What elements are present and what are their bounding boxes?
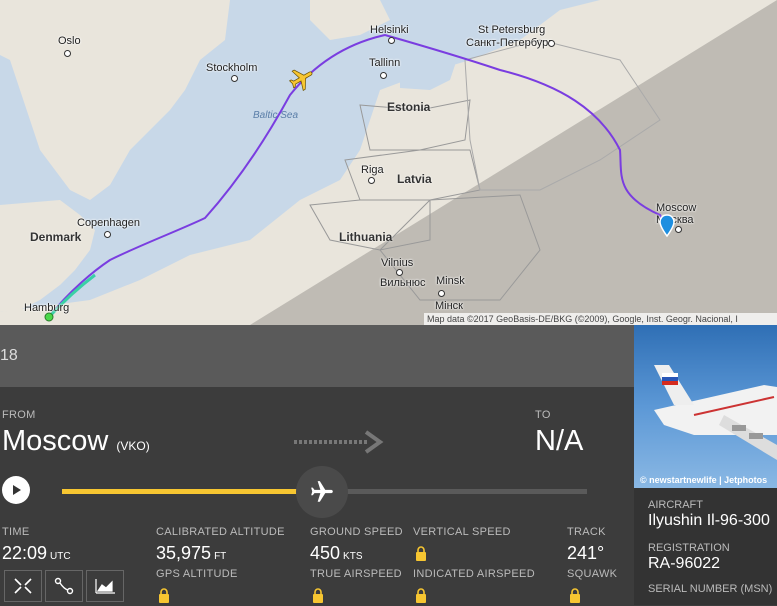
- origin-pin-icon: [659, 214, 675, 238]
- city-label-vilnius: Vilnius: [381, 257, 414, 269]
- true-airspeed-label: TRUE AIRSPEED: [310, 568, 402, 580]
- ground-speed-number: 450: [310, 543, 341, 563]
- lock-icon[interactable]: [569, 588, 581, 603]
- city-dot: [64, 50, 71, 57]
- city-label-riga: Riga: [361, 164, 384, 176]
- time-value: 22:09 UTC: [2, 543, 71, 564]
- ground-speed-unit: KTS: [343, 551, 363, 562]
- chart-icon: [95, 579, 115, 594]
- arrow-right-icon: [294, 430, 384, 454]
- registration-value: RA-96022: [648, 555, 721, 572]
- country-label-denmark: Denmark: [30, 230, 82, 244]
- airplane-icon: [311, 481, 333, 502]
- city-label-minsk: Minsk: [436, 275, 465, 287]
- flight-map[interactable]: Estonia Latvia Lithuania Denmark Baltic …: [0, 0, 777, 325]
- country-label-lithuania: Lithuania: [339, 230, 393, 244]
- time-label: TIME: [2, 526, 30, 538]
- city-label-copenhagen: Copenhagen: [77, 217, 141, 229]
- aircraft-sidebar: © newstartnewlife | Jetphotos AIRCRAFT I…: [634, 325, 777, 605]
- progress-knob[interactable]: [296, 466, 348, 518]
- city-dot: [231, 75, 238, 82]
- collapse-button[interactable]: [4, 570, 42, 602]
- city-dot: [396, 269, 403, 276]
- city-label-vilnius-ru: Вильнюс: [380, 277, 426, 289]
- vertical-speed-label: VERTICAL SPEED: [413, 526, 511, 538]
- lock-icon[interactable]: [158, 588, 170, 603]
- city-label-helsinki: Helsinki: [370, 24, 409, 36]
- origin-city-name: Moscow: [2, 425, 109, 457]
- city-dot: [368, 177, 375, 184]
- city-dot: [438, 290, 445, 297]
- country-label-estonia: Estonia: [387, 100, 431, 114]
- city-label-minsk-ru: Мінск: [435, 300, 463, 312]
- origin-city: Moscow (VKO): [2, 425, 150, 458]
- track-label: TRACK: [567, 526, 606, 538]
- flight-header: 18: [0, 325, 634, 387]
- city-label-moscow: Moscow: [656, 202, 697, 214]
- progress-fill: [62, 489, 330, 494]
- registration-label: REGISTRATION: [648, 542, 730, 554]
- play-button[interactable]: [2, 476, 30, 504]
- serial-number-label: SERIAL NUMBER (MSN): [648, 583, 773, 595]
- city-label-st-petersburg-ru: Санкт-Петербург: [466, 37, 553, 49]
- calibrated-altitude-unit: FT: [214, 551, 227, 562]
- aircraft-label: AIRCRAFT: [648, 499, 703, 511]
- calibrated-altitude-label: CALIBRATED ALTITUDE: [156, 526, 285, 538]
- flight-number: 18: [0, 347, 18, 364]
- time-unit: UTC: [50, 551, 71, 562]
- city-dot: [675, 226, 682, 233]
- lock-icon[interactable]: [415, 588, 427, 603]
- aircraft-value: Ilyushin Il-96-300: [648, 512, 770, 529]
- aircraft-photo[interactable]: © newstartnewlife | Jetphotos: [634, 325, 777, 488]
- route-button[interactable]: [45, 570, 83, 602]
- city-dot: [548, 40, 555, 47]
- city-dot: [104, 231, 111, 238]
- origin-code: (VKO): [116, 439, 150, 453]
- to-label: TO: [535, 409, 551, 421]
- airplane-marker-icon[interactable]: [288, 65, 316, 93]
- chart-button[interactable]: [86, 570, 124, 602]
- route-icon: [54, 577, 74, 595]
- calibrated-altitude-number: 35,975: [156, 543, 212, 563]
- time-number: 22:09: [2, 543, 48, 563]
- lock-icon[interactable]: [415, 546, 427, 561]
- from-label: FROM: [2, 409, 36, 421]
- map-attribution: Map data ©2017 GeoBasis-DE/BKG (©2009), …: [424, 313, 777, 325]
- lock-icon[interactable]: [312, 588, 324, 603]
- sea-label: Baltic Sea: [253, 110, 299, 121]
- city-label-stockholm: Stockholm: [206, 62, 258, 74]
- city-dot: [388, 37, 395, 44]
- track-value: 241°: [567, 543, 605, 563]
- destination-value: N/A: [535, 425, 584, 457]
- aircraft-image: [654, 365, 777, 460]
- ground-speed-label: GROUND SPEED: [310, 526, 403, 538]
- indicated-airspeed-label: INDICATED AIRSPEED: [413, 568, 535, 580]
- ground-speed-value: 450 KTS: [310, 543, 363, 564]
- destination-marker-icon: [44, 312, 54, 322]
- play-icon: [13, 485, 21, 495]
- collapse-icon: [14, 578, 32, 594]
- country-label-latvia: Latvia: [397, 172, 432, 186]
- flight-details-panel: FROM Moscow (VKO) TO N/A TIME 22:09 UTC C…: [0, 387, 634, 605]
- city-label-st-petersburg: St Petersburg: [478, 24, 546, 36]
- city-dot: [380, 72, 387, 79]
- squawk-label: SQUAWK: [567, 568, 618, 580]
- city-label-oslo: Oslo: [58, 35, 81, 47]
- calibrated-altitude-value: 35,975 FT: [156, 543, 226, 564]
- photo-credit: © newstartnewlife | Jetphotos: [640, 475, 768, 485]
- gps-altitude-label: GPS ALTITUDE: [156, 568, 238, 580]
- city-label-tallinn: Tallinn: [369, 57, 401, 69]
